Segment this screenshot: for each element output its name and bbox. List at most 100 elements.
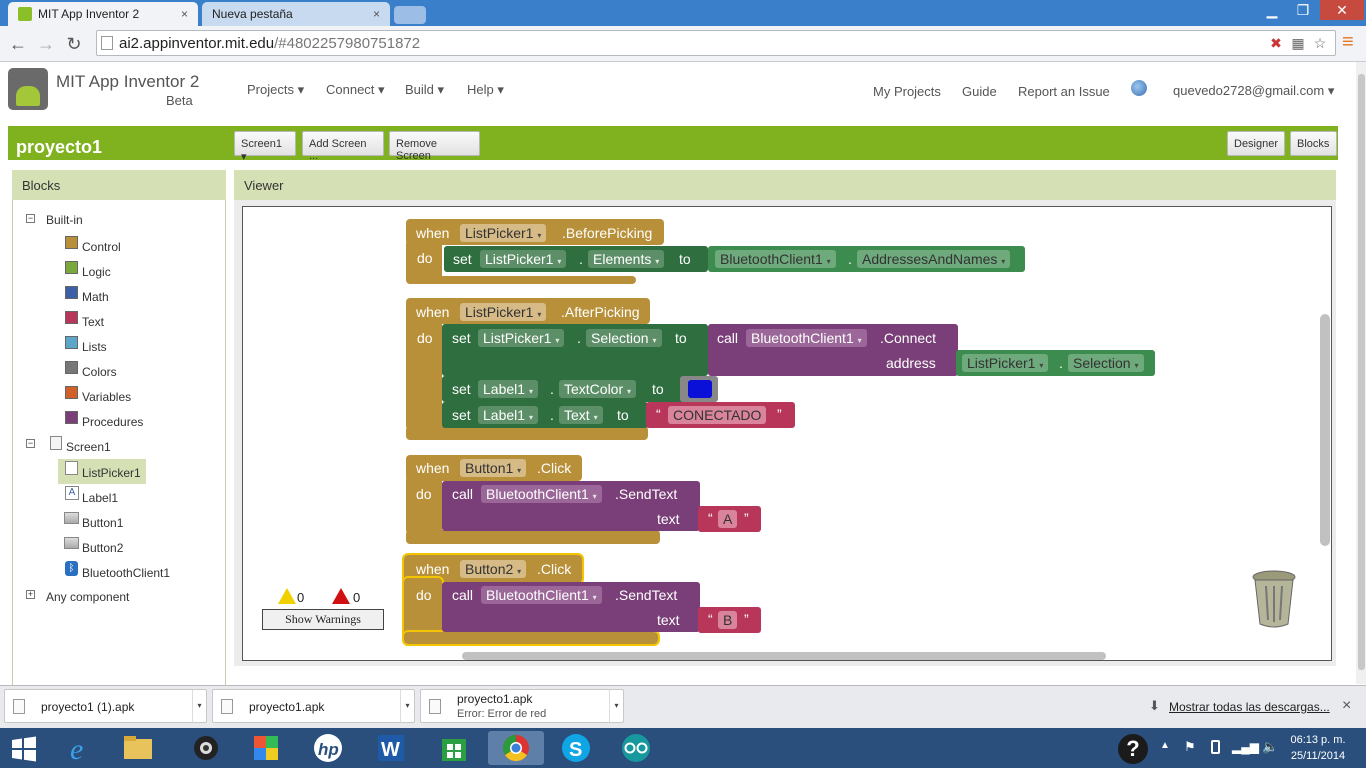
trash-can-icon[interactable] (1251, 568, 1297, 630)
windows-start-icon[interactable] (10, 736, 38, 762)
close-downloads-icon[interactable]: × (1342, 697, 1351, 715)
menu-build[interactable]: Build ▾ (405, 82, 444, 98)
menu-connect[interactable]: Connect ▾ (326, 82, 385, 98)
browser-tab-active[interactable]: MIT App Inventor 2 × (8, 2, 198, 26)
color-swatch[interactable] (688, 380, 712, 398)
designer-button[interactable]: Designer (1227, 131, 1285, 156)
workspace-horizontal-scrollbar[interactable] (462, 652, 1106, 660)
tree-item-procedures[interactable]: Procedures (82, 415, 143, 429)
browser-tab[interactable]: Nueva pestaña × (202, 2, 390, 26)
property-dropdown[interactable]: Elements ▾ (588, 250, 665, 268)
reload-icon[interactable]: ↻ (62, 32, 86, 56)
link-my-projects[interactable]: My Projects (873, 84, 941, 99)
volume-icon[interactable]: 🔈 (1262, 739, 1278, 755)
user-menu[interactable]: quevedo2728@gmail.com ▾ (1173, 83, 1334, 99)
tree-item-colors[interactable]: Colors (82, 365, 117, 379)
flag-icon[interactable]: ⚑ (1184, 739, 1196, 755)
component-dropdown[interactable]: BluetoothClient1 ▾ (481, 485, 602, 503)
blocked-popup-icon[interactable]: ✖ (1268, 35, 1284, 51)
collapse-icon[interactable]: − (26, 214, 35, 223)
property-dropdown[interactable]: TextColor ▾ (559, 380, 637, 398)
file-explorer-icon[interactable] (118, 731, 158, 765)
network-signal-icon[interactable]: ▂▄▆ (1232, 740, 1259, 754)
tree-screen1[interactable]: Screen1 (66, 440, 111, 454)
back-arrow-icon[interactable]: ← (6, 32, 30, 56)
property-dropdown[interactable]: AddressesAndNames ▾ (857, 250, 1011, 268)
page-scrollbar-thumb[interactable] (1358, 74, 1365, 670)
component-dropdown[interactable]: BluetoothClient1 ▾ (715, 250, 836, 268)
component-dropdown[interactable]: ListPicker1 ▾ (478, 329, 565, 347)
component-dropdown[interactable]: BluetoothClient1 ▾ (481, 586, 602, 604)
component-dropdown[interactable]: Button2 ▾ (460, 560, 527, 578)
clock-date[interactable]: 25/11/2014 (1286, 750, 1350, 762)
tree-any-component[interactable]: Any component (46, 590, 129, 604)
tree-item-variables[interactable]: Variables (82, 390, 131, 404)
menu-projects[interactable]: Projects ▾ (247, 82, 304, 98)
clock-time[interactable]: 06:13 p. m. (1286, 734, 1350, 746)
battery-icon[interactable] (1211, 740, 1220, 754)
translate-icon[interactable]: ▦ (1290, 35, 1306, 51)
address-bar[interactable]: ai2.appinventor.mit.edu/#480225798075187… (96, 30, 1336, 56)
internet-explorer-icon[interactable]: e (62, 731, 102, 766)
maximize-button[interactable]: ❐ (1288, 0, 1318, 20)
tree-item-math[interactable]: Math (82, 290, 109, 304)
chevron-down-icon[interactable]: ▾ (609, 690, 623, 722)
puzzle-app-icon[interactable] (246, 731, 286, 765)
tree-builtin[interactable]: Built-in (46, 213, 83, 227)
component-dropdown[interactable]: BluetoothClient1 ▾ (746, 329, 867, 347)
link-guide[interactable]: Guide (962, 84, 997, 99)
property-dropdown[interactable]: Selection ▾ (1068, 354, 1144, 372)
add-screen-button[interactable]: Add Screen ... (302, 131, 384, 162)
remove-screen-button[interactable]: Remove Screen (389, 131, 480, 162)
download-item[interactable]: proyecto1.apk Error: Error de red ▾ (420, 689, 624, 723)
show-all-downloads-link[interactable]: Mostrar todas las descargas... (1169, 700, 1330, 714)
component-dropdown[interactable]: ListPicker1 ▾ (460, 303, 547, 321)
tree-item-text[interactable]: Text (82, 315, 104, 329)
tree-item-label1[interactable]: Label1 (82, 491, 118, 505)
tree-item-button2[interactable]: Button2 (82, 541, 123, 555)
tree-item-listpicker1[interactable]: ListPicker1 (82, 466, 141, 480)
help-icon[interactable]: ? (1118, 734, 1148, 764)
component-dropdown[interactable]: ListPicker1 ▾ (480, 250, 567, 268)
tree-item-control[interactable]: Control (82, 240, 121, 254)
bookmark-star-icon[interactable]: ☆ (1312, 35, 1328, 51)
close-tab-icon[interactable]: × (373, 7, 380, 21)
chrome-menu-icon[interactable]: ≡ (1342, 30, 1360, 54)
tree-item-lists[interactable]: Lists (82, 340, 107, 354)
skype-icon[interactable]: S (556, 731, 596, 765)
show-warnings-button[interactable]: Show Warnings (262, 609, 384, 630)
show-hidden-icons-icon[interactable]: ▲ (1160, 740, 1170, 751)
chrome-taskbar-icon[interactable] (488, 731, 544, 765)
chevron-down-icon[interactable]: ▾ (192, 690, 206, 722)
windows-store-icon[interactable] (434, 731, 474, 765)
download-item[interactable]: proyecto1 (1).apk ▾ (4, 689, 207, 723)
microsoft-word-icon[interactable]: W (372, 731, 412, 765)
hp-icon[interactable]: hp (308, 731, 348, 765)
app-inventor-logo-icon[interactable] (8, 68, 48, 110)
component-dropdown[interactable]: Button1 ▾ (460, 459, 527, 477)
component-dropdown[interactable]: Label1 ▾ (478, 406, 538, 424)
workspace-vertical-scrollbar[interactable] (1320, 314, 1330, 546)
menu-help[interactable]: Help ▾ (467, 82, 504, 98)
expand-icon[interactable]: + (26, 590, 35, 599)
download-item[interactable]: proyecto1.apk ▾ (212, 689, 415, 723)
forward-arrow-icon[interactable]: → (34, 32, 58, 56)
text-value[interactable]: CONECTADO (668, 406, 767, 424)
arduino-icon[interactable] (616, 731, 656, 765)
globe-language-icon[interactable] (1131, 80, 1147, 96)
text-value[interactable]: B (718, 611, 738, 629)
component-dropdown[interactable]: ListPicker1 ▾ (460, 224, 547, 242)
component-dropdown[interactable]: ListPicker1 ▾ (962, 354, 1049, 372)
tree-item-bluetoothclient1[interactable]: BluetoothClient1 (82, 566, 170, 580)
text-value[interactable]: A (718, 510, 738, 528)
minimize-button[interactable]: ▁ (1258, 0, 1286, 20)
screen-select-dropdown[interactable]: Screen1 ▾ (234, 131, 296, 163)
tree-item-button1[interactable]: Button1 (82, 516, 123, 530)
new-tab-button[interactable] (394, 6, 426, 24)
close-window-button[interactable]: ✕ (1320, 0, 1364, 20)
close-tab-icon[interactable]: × (181, 7, 188, 21)
component-dropdown[interactable]: Label1 ▾ (478, 380, 538, 398)
tree-item-logic[interactable]: Logic (82, 265, 111, 279)
collapse-icon[interactable]: − (26, 439, 35, 448)
property-dropdown[interactable]: Selection ▾ (586, 329, 662, 347)
